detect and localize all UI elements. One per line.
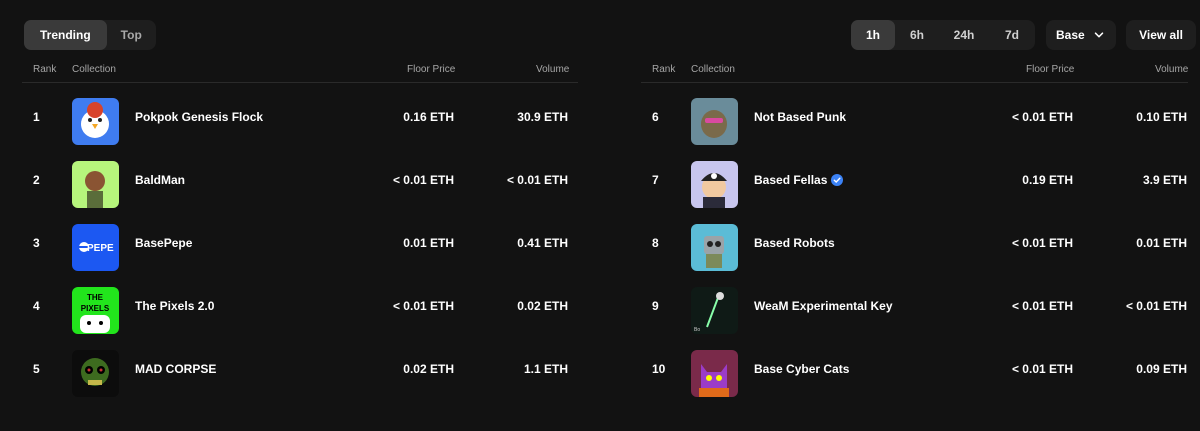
rank-cell: 3	[33, 236, 40, 250]
collection-column-header: Collection	[72, 64, 116, 75]
svg-text:THE: THE	[87, 293, 104, 302]
tab-trending[interactable]: Trending	[24, 20, 107, 50]
collection-name-text: BaldMan	[135, 173, 186, 187]
collection-thumbnail	[72, 350, 119, 397]
timeframe-1h[interactable]: 1h	[851, 20, 895, 50]
floor-price-cell: 0.01 ETH	[403, 236, 454, 250]
collection-thumbnail	[72, 161, 119, 208]
floor-price-cell: 0.02 ETH	[403, 362, 454, 376]
rank-cell: 6	[652, 110, 659, 124]
rank-column-header: Rank	[33, 64, 57, 75]
table-row[interactable]: 10 Base Cyber Cats < 0.01 ETH 0.09 ETH	[641, 335, 1188, 398]
rank-cell: 5	[33, 362, 40, 376]
chain-select[interactable]: Base	[1046, 20, 1116, 50]
timeframe-selector: 1h 6h 24h 7d	[851, 20, 1035, 50]
floor-price-cell: < 0.01 ETH	[1011, 362, 1073, 376]
collection-name-text: The Pixels 2.0	[135, 299, 215, 313]
volume-column-header: Volume	[1155, 64, 1189, 75]
rank-cell: 2	[33, 173, 40, 187]
floor-price-cell: < 0.01 ETH	[1011, 236, 1073, 250]
table-row[interactable]: 2 BaldMan < 0.01 ETH < 0.01 ETH	[22, 146, 578, 209]
floor-price-column-header: Floor Price	[1026, 64, 1075, 75]
volume-cell: 0.41 ETH	[517, 236, 568, 250]
svg-text:PEPE: PEPE	[87, 243, 114, 254]
timeframe-6h[interactable]: 6h	[895, 20, 939, 50]
tab-top[interactable]: Top	[107, 20, 156, 50]
collection-thumbnail: PEPE	[72, 224, 119, 271]
floor-price-cell: < 0.01 ETH	[1011, 299, 1073, 313]
collection-name[interactable]: Not Based Punk	[754, 110, 846, 124]
collection-thumbnail	[691, 224, 738, 271]
collection-thumbnail: THE PIXELS	[72, 287, 119, 334]
collection-name-text: Based Robots	[754, 236, 835, 250]
floor-price-column-header: Floor Price	[407, 64, 456, 75]
collection-name[interactable]: Based Robots	[754, 236, 835, 250]
volume-cell: 0.02 ETH	[517, 299, 568, 313]
volume-cell: 0.10 ETH	[1136, 110, 1187, 124]
rank-column-header: Rank	[652, 64, 676, 75]
collection-thumbnail: Bo	[691, 287, 738, 334]
collections-table-left: Rank Collection Floor Price Volume 1 Pok…	[22, 60, 578, 398]
svg-text:Bo: Bo	[694, 327, 700, 333]
collection-thumbnail	[72, 98, 119, 145]
rank-cell: 4	[33, 299, 40, 313]
rank-cell: 9	[652, 299, 659, 313]
chevron-down-icon	[1094, 32, 1104, 38]
collection-name-text: Pokpok Genesis Flock	[135, 110, 264, 124]
chain-select-label: Base	[1056, 28, 1085, 42]
rank-cell: 1	[33, 110, 40, 124]
floor-price-cell: < 0.01 ETH	[392, 173, 454, 187]
table-row[interactable]: 7 Based Fellas 0.19 ETH 3.9 ETH	[641, 146, 1188, 209]
collection-name-text: MAD CORPSE	[135, 362, 217, 376]
table-row[interactable]: 1 Pokpok Genesis Flock 0.16 ETH 30.9 ETH	[22, 83, 578, 146]
floor-price-cell: 0.19 ETH	[1022, 173, 1073, 187]
collection-name[interactable]: BaldMan	[135, 173, 185, 187]
volume-cell: 0.01 ETH	[1136, 236, 1187, 250]
volume-cell: 3.9 ETH	[1142, 173, 1187, 187]
view-all-button[interactable]: View all	[1126, 20, 1196, 50]
floor-price-cell: < 0.01 ETH	[1011, 110, 1073, 124]
table-row[interactable]: 6 Not Based Punk < 0.01 ETH 0.10 ETH	[641, 83, 1188, 146]
collection-name[interactable]: BasePepe	[135, 236, 192, 250]
collection-name-text: BasePepe	[135, 236, 193, 250]
verified-badge-icon	[831, 174, 844, 186]
table-row[interactable]: 9 Bo WeaM Experimental Key < 0.01 ETH < …	[641, 272, 1188, 335]
collection-name[interactable]: The Pixels 2.0	[135, 299, 214, 313]
floor-price-cell: < 0.01 ETH	[392, 299, 454, 313]
volume-cell: 0.09 ETH	[1136, 362, 1187, 376]
table-row[interactable]: 4 THE PIXELS The Pixels 2.0 < 0.01 ETH 0.…	[22, 272, 578, 335]
collection-name[interactable]: Base Cyber Cats	[754, 362, 849, 376]
table-row[interactable]: 3 PEPE BasePepe 0.01 ETH 0.41 ETH	[22, 209, 578, 272]
collection-name-text: Based Fellas	[754, 173, 828, 187]
timeframe-24h[interactable]: 24h	[939, 20, 989, 50]
volume-cell: < 0.01 ETH	[506, 173, 568, 187]
collection-name-text: Base Cyber Cats	[754, 362, 850, 376]
collection-name[interactable]: WeaM Experimental Key	[754, 299, 893, 313]
table-row[interactable]: 8 Based Robots < 0.01 ETH 0.01 ETH	[641, 209, 1188, 272]
volume-column-header: Volume	[536, 64, 570, 75]
collection-name-text: Not Based Punk	[754, 110, 847, 124]
table-header: Rank Collection Floor Price Volume	[641, 60, 1188, 83]
floor-price-cell: 0.16 ETH	[403, 110, 454, 124]
table-header: Rank Collection Floor Price Volume	[22, 60, 578, 83]
rank-cell: 7	[652, 173, 659, 187]
trending-top-tabs: Trending Top	[24, 20, 156, 50]
svg-text:PIXELS: PIXELS	[81, 304, 110, 313]
collection-thumbnail	[691, 161, 738, 208]
volume-cell: < 0.01 ETH	[1125, 299, 1187, 313]
volume-cell: 1.1 ETH	[523, 362, 568, 376]
collection-name[interactable]: Pokpok Genesis Flock	[135, 110, 263, 124]
volume-cell: 30.9 ETH	[517, 110, 568, 124]
collection-column-header: Collection	[691, 64, 735, 75]
collection-name-text: WeaM Experimental Key	[754, 299, 893, 313]
collection-name[interactable]: Based Fellas	[754, 173, 844, 187]
collection-name[interactable]: MAD CORPSE	[135, 362, 216, 376]
collection-thumbnail	[691, 98, 738, 145]
table-row[interactable]: 5 MAD CORPSE 0.02 ETH 1.1 ETH	[22, 335, 578, 398]
timeframe-7d[interactable]: 7d	[989, 20, 1035, 50]
rank-cell: 8	[652, 236, 659, 250]
collections-table-right: Rank Collection Floor Price Volume 6 Not…	[641, 60, 1188, 398]
rank-cell: 10	[652, 362, 666, 376]
collection-thumbnail	[691, 350, 738, 397]
